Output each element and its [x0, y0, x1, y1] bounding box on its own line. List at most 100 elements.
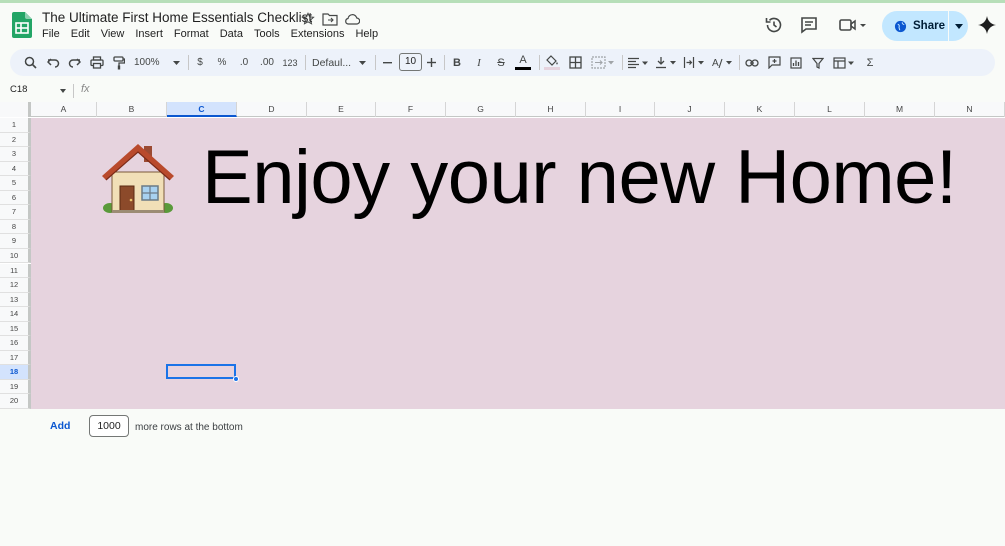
currency-format-button[interactable]: $	[193, 54, 207, 71]
row-header-9[interactable]: 9	[0, 234, 31, 249]
row-header-6[interactable]: 6	[0, 190, 31, 206]
redo-icon[interactable]	[66, 54, 82, 71]
chevron-down-icon[interactable]	[60, 89, 66, 93]
undo-icon[interactable]	[45, 54, 61, 71]
merge-cells-icon[interactable]	[590, 54, 616, 71]
share-main-button[interactable]: Share	[882, 11, 948, 41]
menu-view[interactable]: View	[101, 28, 125, 40]
meet-icon[interactable]	[838, 15, 868, 35]
row-header-20[interactable]: 20	[0, 394, 31, 409]
rows-count-input[interactable]: 1000	[89, 415, 129, 437]
insert-comment-icon[interactable]	[766, 54, 782, 71]
text-color-button[interactable]: A	[514, 54, 532, 71]
select-all-corner[interactable]	[0, 102, 31, 117]
menu-file[interactable]: File	[42, 28, 60, 40]
column-header-b[interactable]: B	[97, 102, 167, 117]
fill-handle[interactable]	[233, 376, 239, 382]
insert-chart-icon[interactable]	[788, 54, 804, 71]
percent-format-button[interactable]: %	[215, 54, 229, 71]
column-header-k[interactable]: K	[725, 102, 795, 117]
italic-button[interactable]: I	[472, 54, 486, 71]
row-header-3[interactable]: 3	[0, 147, 31, 162]
decrease-decimal-button[interactable]: .0	[235, 54, 253, 71]
row-header-8[interactable]: 8	[0, 219, 31, 235]
share-dropdown[interactable]	[949, 23, 968, 29]
formula-divider	[73, 84, 74, 98]
print-icon[interactable]	[89, 54, 105, 71]
bold-button[interactable]: B	[450, 54, 464, 71]
decrease-font-size-button[interactable]	[381, 54, 393, 71]
history-icon[interactable]	[764, 15, 784, 35]
formula-input[interactable]	[100, 83, 990, 99]
column-header-j[interactable]: J	[655, 102, 725, 117]
menu-extensions[interactable]: Extensions	[291, 28, 345, 40]
gemini-icon[interactable]	[977, 15, 997, 35]
horizontal-align-icon[interactable]	[626, 54, 650, 71]
column-header-l[interactable]: L	[795, 102, 865, 117]
menu-format[interactable]: Format	[174, 28, 209, 40]
row-header-13[interactable]: 13	[0, 292, 31, 308]
borders-icon[interactable]	[567, 54, 583, 71]
star-icon[interactable]	[300, 12, 316, 26]
insert-link-icon[interactable]	[744, 54, 760, 71]
column-header-e[interactable]: E	[307, 102, 376, 117]
add-rows-footer: Add 1000 more rows at the bottom	[0, 409, 1005, 449]
column-header-i[interactable]: I	[586, 102, 655, 117]
column-header-g[interactable]: G	[446, 102, 516, 117]
font-size-input[interactable]: 10	[399, 53, 422, 71]
sheets-logo-icon[interactable]	[12, 12, 32, 38]
row-header-15[interactable]: 15	[0, 321, 31, 337]
fill-color-button[interactable]	[543, 54, 561, 71]
functions-button[interactable]: Σ	[863, 54, 877, 71]
column-header-c[interactable]: C	[167, 102, 237, 117]
cloud-status-icon[interactable]	[344, 12, 360, 26]
row-header-18[interactable]: 18	[0, 365, 31, 380]
zoom-select[interactable]: 100%	[134, 54, 180, 71]
row-header-16[interactable]: 16	[0, 336, 31, 351]
selected-cell-c18[interactable]	[166, 364, 236, 379]
row-header-2[interactable]: 2	[0, 132, 31, 148]
row-header-17[interactable]: 17	[0, 350, 31, 366]
share-button[interactable]: Share	[882, 11, 968, 41]
menu-insert[interactable]: Insert	[135, 28, 163, 40]
column-header-d[interactable]: D	[237, 102, 307, 117]
row-header-12[interactable]: 12	[0, 278, 31, 293]
filter-icon[interactable]	[810, 54, 826, 71]
paint-format-icon[interactable]	[111, 54, 127, 71]
move-folder-icon[interactable]	[322, 12, 338, 26]
column-header-a[interactable]: A	[31, 102, 97, 117]
column-header-m[interactable]: M	[865, 102, 935, 117]
menu-help[interactable]: Help	[355, 28, 378, 40]
more-formats-button[interactable]: 123	[281, 54, 299, 71]
name-box[interactable]: C18	[10, 84, 27, 95]
strikethrough-button[interactable]: S	[494, 54, 508, 71]
row-header-1[interactable]: 1	[0, 118, 31, 133]
vertical-align-icon[interactable]	[654, 54, 678, 71]
text-color-swatch	[515, 67, 531, 70]
row-header-5[interactable]: 5	[0, 176, 31, 191]
row-header-10[interactable]: 10	[0, 248, 31, 264]
menu-edit[interactable]: Edit	[71, 28, 90, 40]
comment-icon[interactable]	[799, 15, 819, 35]
row-header-14[interactable]: 14	[0, 307, 31, 322]
column-header-f[interactable]: F	[376, 102, 446, 117]
font-family-select[interactable]: Defaul...	[312, 54, 366, 71]
row-header-19[interactable]: 19	[0, 379, 31, 395]
menu-tools[interactable]: Tools	[254, 28, 280, 40]
column-header-h[interactable]: H	[516, 102, 586, 117]
menu-data[interactable]: Data	[220, 28, 243, 40]
document-title[interactable]: The Ultimate First Home Essentials Check…	[42, 10, 312, 25]
row-header-4[interactable]: 4	[0, 161, 31, 177]
text-rotation-icon[interactable]: A	[710, 54, 734, 71]
search-menus-icon[interactable]	[22, 54, 38, 71]
row-header-11[interactable]: 11	[0, 263, 31, 278]
increase-font-size-button[interactable]	[425, 54, 437, 71]
increase-decimal-button[interactable]: .00	[257, 54, 277, 71]
text-wrapping-icon[interactable]	[682, 54, 706, 71]
rows-suffix-text: more rows at the bottom	[135, 422, 243, 433]
row-header-7[interactable]: 7	[0, 205, 31, 220]
increase-decimal-label: .00	[260, 57, 274, 68]
add-rows-button[interactable]: Add	[50, 420, 70, 432]
filter-views-icon[interactable]	[832, 54, 856, 71]
column-header-n[interactable]: N	[935, 102, 1005, 117]
